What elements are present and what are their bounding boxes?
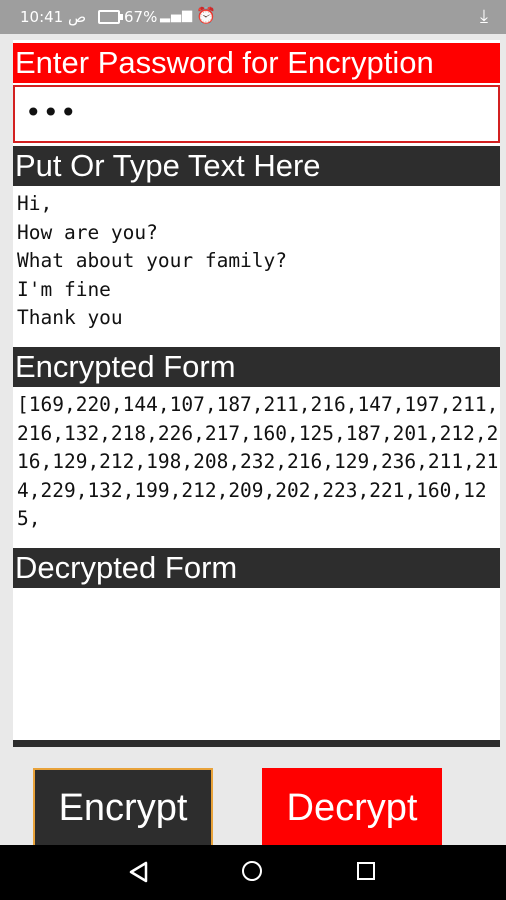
input-text-area[interactable]: Hi, How are you? What about your family?… <box>13 186 500 336</box>
status-bar: 10:41 ص 67% ▂▄▆ ⏰ ⤓ <box>0 0 506 34</box>
decrypted-label: Decrypted Form <box>13 548 500 588</box>
input-text-label: Put Or Type Text Here <box>13 146 500 186</box>
recent-apps-icon[interactable] <box>357 862 375 880</box>
encrypt-button[interactable]: Encrypt <box>33 768 213 848</box>
battery-icon <box>98 10 123 24</box>
battery-indicator: 67% <box>98 8 157 26</box>
signal-icon: ▂▄▆ <box>160 8 193 23</box>
status-time: 10:41 ص <box>20 8 87 26</box>
download-icon: ⤓ <box>480 6 488 27</box>
navigation-bar <box>0 845 506 900</box>
encrypted-label: Encrypted Form <box>13 347 500 387</box>
panel-bottom-strip <box>13 740 500 747</box>
password-input[interactable]: ••• <box>13 85 500 143</box>
alarm-icon: ⏰ <box>196 6 216 25</box>
decrypt-button[interactable]: Decrypt <box>262 768 442 848</box>
battery-percent: 67% <box>124 8 158 26</box>
encrypted-text-area[interactable]: [169,220,144,107,187,211,216,147,197,211… <box>13 387 500 537</box>
main-panel: Enter Password for Encryption ••• Put Or… <box>13 40 500 747</box>
home-icon[interactable] <box>242 861 262 881</box>
decrypted-text-area[interactable] <box>13 588 500 738</box>
password-label: Enter Password for Encryption <box>13 43 500 83</box>
back-icon[interactable] <box>128 861 150 883</box>
